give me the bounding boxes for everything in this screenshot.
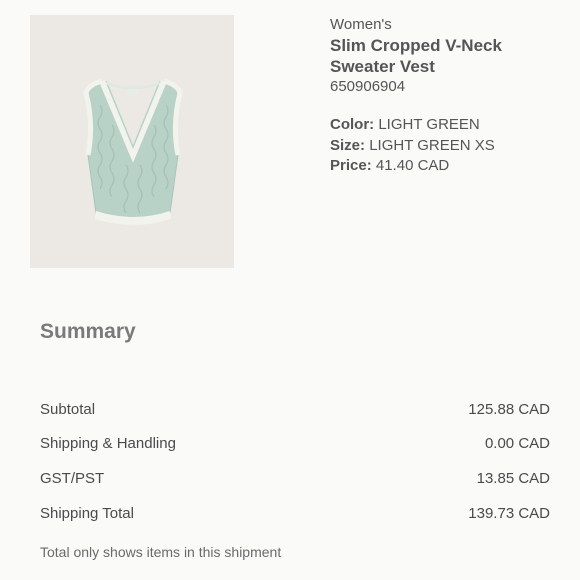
sweater-vest-image [83, 78, 183, 225]
product-color: Color: LIGHT GREEN [330, 115, 530, 136]
summary-row-shipping: Shipping & Handling 0.00 CAD [40, 435, 550, 452]
size-value: LIGHT GREEN XS [369, 136, 495, 154]
summary-row-label: Shipping & Handling [40, 435, 176, 452]
product-size: Size: LIGHT GREEN XS [330, 136, 530, 157]
product-category: Women's [330, 16, 392, 33]
shipment-note: Total only shows items in this shipment [40, 544, 282, 560]
product-details: Women's Slim Cropped V-Neck Sweater Vest… [330, 15, 530, 177]
price-value: 41.40 CAD [375, 157, 450, 174]
summary-row-subtotal: Subtotal 125.88 CAD [40, 401, 550, 418]
color-label: Color: [330, 116, 375, 133]
size-label: Size: [330, 136, 366, 154]
summary-row-label: Shipping Total [40, 505, 134, 522]
price-label: Price: [330, 157, 372, 174]
summary-title: Summary [40, 320, 136, 343]
product-name[interactable]: Slim Cropped V-Neck Sweater Vest [330, 35, 530, 77]
product-image[interactable] [30, 15, 234, 268]
color-value: LIGHT GREEN [378, 116, 480, 133]
summary-row-value: 125.88 CAD [468, 401, 550, 418]
summary-row-tax: GST/PST 13.85 CAD [40, 470, 550, 487]
summary-row-label: GST/PST [40, 470, 105, 487]
summary-row-value: 139.73 CAD [468, 505, 550, 522]
summary-row-value: 0.00 CAD [484, 435, 550, 452]
summary-row-label: Subtotal [40, 401, 96, 418]
product-sku: 650906904 [330, 78, 406, 95]
product-price: Price: 41.40 CAD [330, 156, 530, 177]
summary-row-total: Shipping Total 139.73 CAD [40, 505, 550, 522]
product-attributes: Color: LIGHT GREEN Size: LIGHT GREEN XS … [330, 115, 530, 177]
summary-row-value: 13.85 CAD [476, 470, 550, 487]
